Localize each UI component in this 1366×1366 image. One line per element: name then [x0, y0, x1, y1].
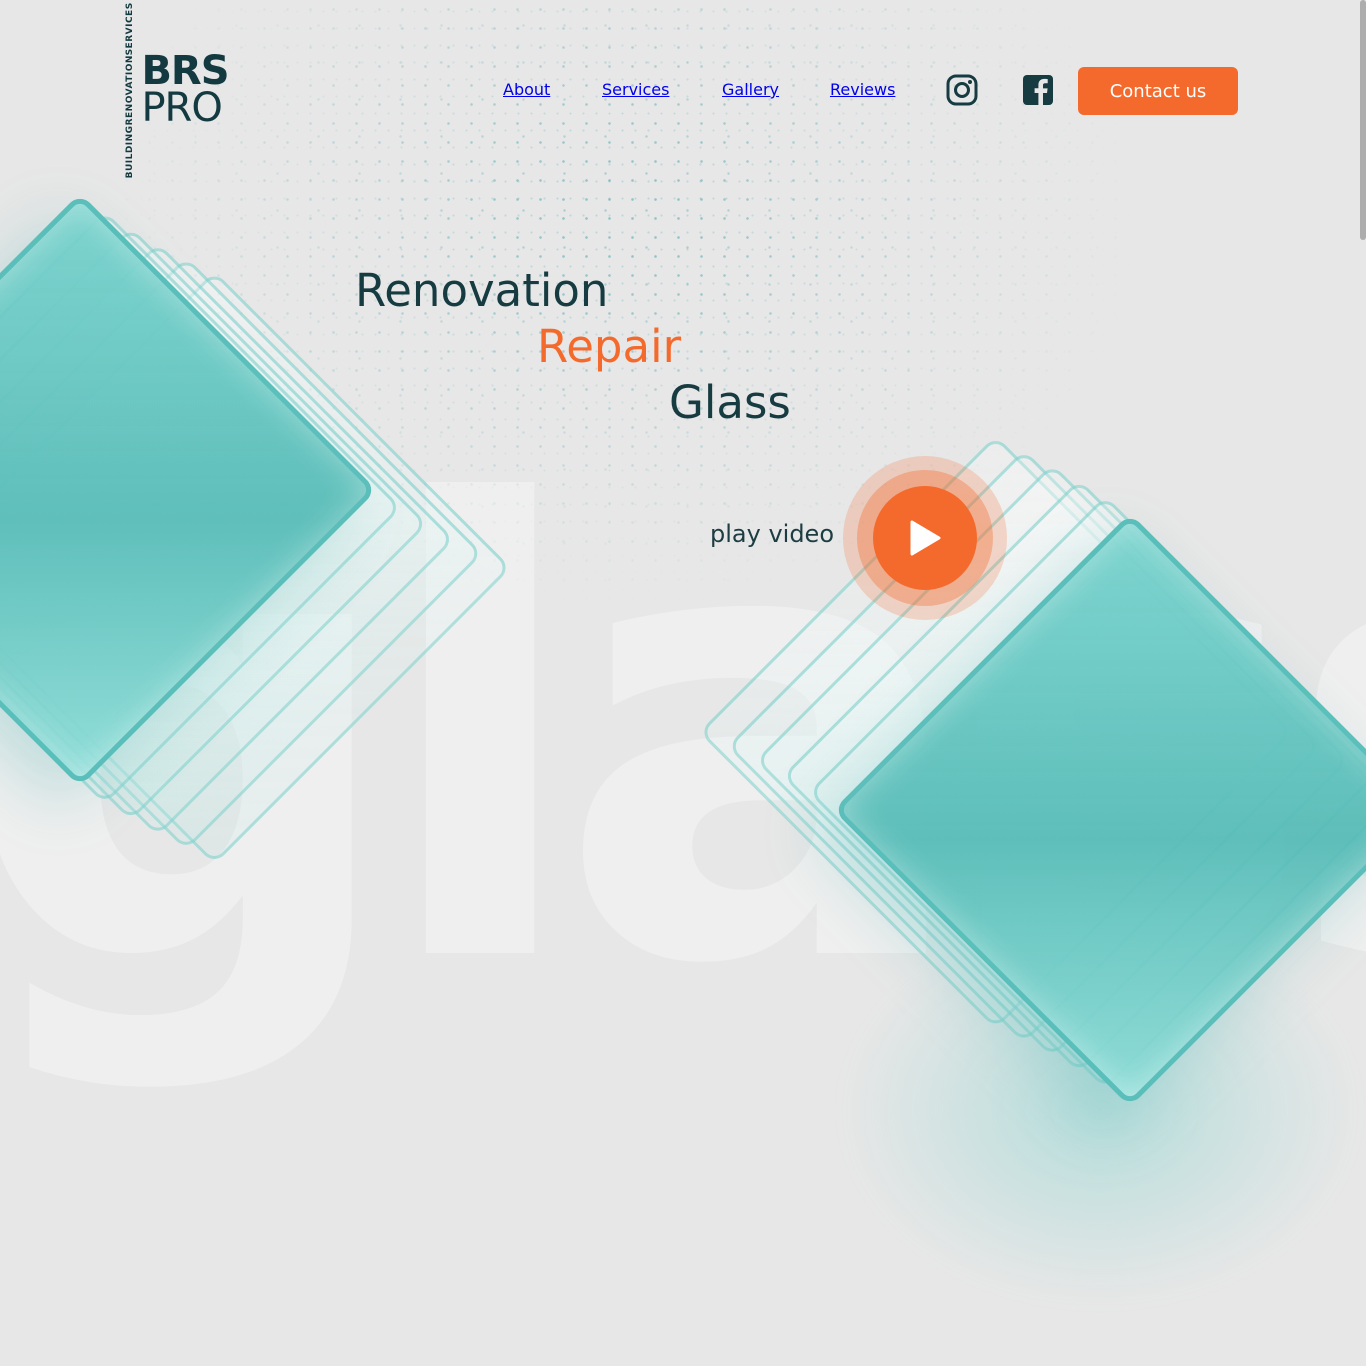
hero-word-glass: Glass — [669, 376, 791, 429]
page-scrollbar[interactable] — [1360, 0, 1366, 240]
play-video-button[interactable] — [843, 456, 1007, 620]
glass-panes-left-image — [0, 193, 512, 865]
play-icon — [910, 520, 941, 556]
logo-tagline: BUILDING RENOVATION SERVICES — [125, 1, 135, 179]
contact-us-button[interactable]: Contact us — [1078, 67, 1238, 115]
play-video-label[interactable]: play video — [710, 520, 834, 548]
nav-link-services[interactable]: Services — [602, 80, 669, 99]
nav-link-reviews[interactable]: Reviews — [830, 80, 895, 99]
hero-word-renovation: Renovation — [355, 264, 609, 317]
hero-word-repair: Repair — [537, 320, 682, 373]
logo-wordmark: BRS PRO — [141, 51, 229, 131]
nav-link-gallery[interactable]: Gallery — [722, 80, 779, 99]
nav-link-about[interactable]: About — [503, 80, 550, 99]
logo-tagline-line: BUILDING — [125, 125, 135, 179]
instagram-icon[interactable] — [946, 74, 978, 106]
logo-pro-text: PRO — [141, 85, 222, 131]
facebook-icon[interactable] — [1022, 74, 1054, 106]
logo-tagline-line: SERVICES — [125, 1, 135, 55]
brs-pro-logo[interactable]: BUILDING RENOVATION SERVICES BRS PRO — [125, 2, 230, 178]
logo-tagline-line: RENOVATION — [125, 54, 135, 126]
